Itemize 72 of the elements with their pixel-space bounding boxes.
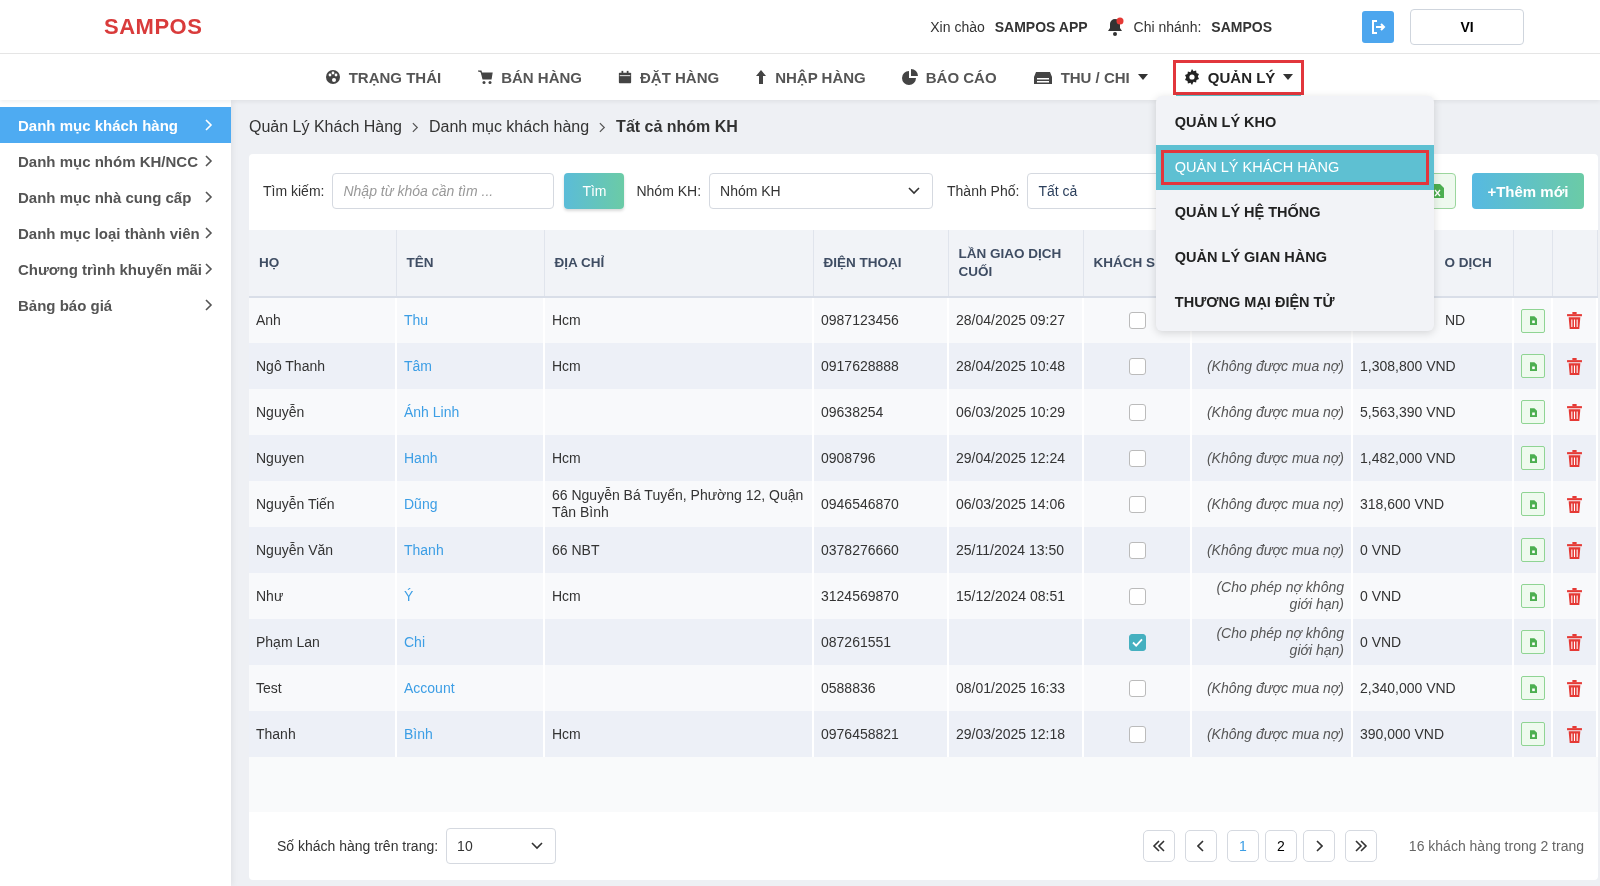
address-cell: 66 NBT <box>552 541 600 558</box>
last-name-cell: Nguyen <box>256 449 305 466</box>
page-summary: 16 khách hàng trong 2 trang <box>1408 838 1584 854</box>
last-name-cell: Test <box>256 679 282 696</box>
address-cell: Hcm <box>552 725 581 742</box>
last-name-cell: Như <box>256 587 284 604</box>
branch-label: Chi nhánh: <box>1133 18 1202 35</box>
last-transaction-cell: 28/04/2025 10:48 <box>956 357 1065 374</box>
phone-cell: 0946546870 <box>821 495 899 512</box>
credit-cell: (Cho phép nợ không giới hạn) <box>1216 579 1344 612</box>
amount-cell: ND <box>1445 312 1466 328</box>
address-cell: Hcm <box>552 357 581 374</box>
credit-cell: (Không được mua nợ) <box>1206 357 1344 374</box>
greeting: Xin chào <box>930 18 985 35</box>
per-page-label: Số khách hàng trên trang: <box>277 838 439 854</box>
credit-cell: (Không được mua nợ) <box>1206 725 1344 742</box>
last-transaction-cell: 15/12/2024 08:51 <box>956 587 1065 604</box>
address-cell: Hcm <box>552 449 581 466</box>
column-header: HỌ <box>259 255 280 270</box>
credit-cell: (Không được mua nợ) <box>1206 403 1344 420</box>
last-transaction-cell: 06/03/2025 10:29 <box>956 403 1065 420</box>
last-name-cell: Nguyễn <box>256 403 305 420</box>
credit-cell: (Không được mua nợ) <box>1206 679 1344 696</box>
last-name-cell: Nguyễn Tiến <box>256 495 335 512</box>
last-transaction-cell: 28/04/2025 09:27 <box>956 312 1065 328</box>
amount-cell: 1,308,800 VND <box>1360 357 1456 374</box>
last-transaction-cell: 06/03/2025 14:06 <box>956 495 1065 512</box>
last-transaction-cell: 25/11/2024 13:50 <box>956 541 1064 558</box>
column-header: KHÁCH S <box>1093 255 1155 270</box>
amount-cell: 390,000 VND <box>1360 725 1445 742</box>
address-cell: Hcm <box>552 587 581 604</box>
phone-cell: 0976458821 <box>821 725 899 742</box>
phone-cell: 0378276660 <box>821 541 899 558</box>
phone-cell: 087261551 <box>821 633 892 650</box>
amount-cell: 5,563,390 VND <box>1360 403 1456 420</box>
search-label: Tìm kiếm: <box>263 183 325 199</box>
credit-cell: (Không được mua nợ) <box>1206 541 1344 558</box>
phone-cell: 0588836 <box>821 679 876 696</box>
phone-cell: 0987123456 <box>821 312 899 328</box>
amount-cell: 2,340,000 VND <box>1360 679 1456 696</box>
last-transaction-cell: 29/03/2025 12:18 <box>956 725 1065 742</box>
breadcrumb-current: Tất cả nhóm KH <box>616 118 738 136</box>
amount-cell: 318,600 VND <box>1360 495 1445 512</box>
group-label: Nhóm KH: <box>636 183 702 199</box>
last-name-cell: Phạm Lan <box>256 633 320 650</box>
address-cell: 66 Nguyễn Bá Tuyển, Phường 12, Quận Tân Bình <box>552 487 804 520</box>
column-header: ĐIỆN THOẠI <box>823 255 902 270</box>
amount-cell: 0 VND <box>1360 633 1402 650</box>
column-header: TÊN <box>406 255 434 270</box>
last-transaction-cell: 08/01/2025 16:33 <box>956 679 1065 696</box>
amount-cell: 0 VND <box>1360 587 1402 604</box>
amount-cell: 0 VND <box>1360 541 1402 558</box>
credit-cell: (Không được mua nợ) <box>1206 495 1344 512</box>
last-name-cell: Anh <box>256 312 281 328</box>
branch-name: SAMPOS <box>1211 18 1272 35</box>
address-cell: Hcm <box>552 312 581 328</box>
column-header: LẦN GIAO DỊCH CUỐI <box>958 246 1062 279</box>
last-name-cell: Thanh <box>256 725 296 742</box>
column-header: ĐỊA CHỈ <box>554 255 605 270</box>
credit-cell: (Cho phép nợ không giới hạn) <box>1216 625 1344 658</box>
column-header: O DỊCH <box>1444 255 1492 270</box>
phone-cell: 0908796 <box>821 449 876 466</box>
last-transaction-cell: 29/04/2025 12:24 <box>956 449 1065 466</box>
last-name-cell: Ngô Thanh <box>256 357 325 374</box>
phone-cell: 09638254 <box>821 403 884 420</box>
credit-cell: (Không được mua nợ) <box>1206 449 1344 466</box>
user-name: SAMPOS APP <box>994 18 1088 35</box>
phone-cell: 0917628888 <box>821 357 899 374</box>
city-label: Thành Phố: <box>947 183 1020 199</box>
amount-cell: 1,482,000 VND <box>1360 449 1456 466</box>
last-name-cell: Nguyễn Văn <box>256 541 334 558</box>
phone-cell: 3124569870 <box>821 587 899 604</box>
